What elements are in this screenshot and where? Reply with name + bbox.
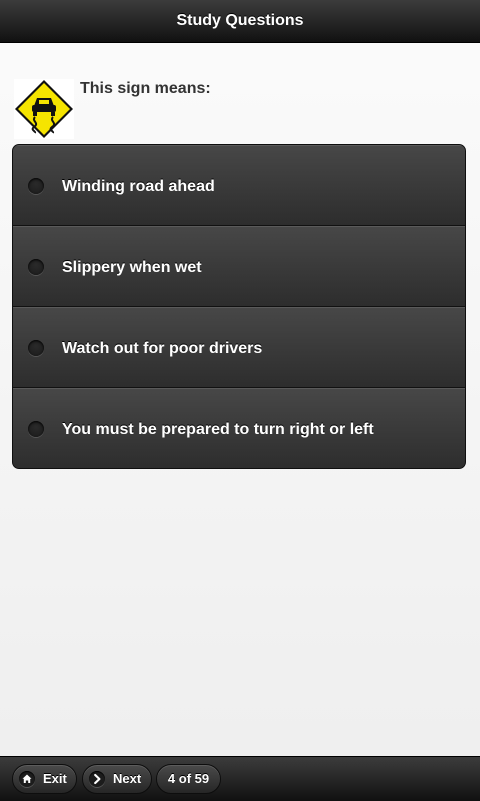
chevron-right-icon bbox=[89, 771, 105, 787]
question-text: This sign means: bbox=[80, 80, 211, 97]
answer-list: Winding road ahead Slippery when wet Wat… bbox=[12, 144, 466, 469]
question-block: This sign means: bbox=[13, 78, 468, 139]
question-counter: 4 of 59 bbox=[156, 764, 221, 794]
slippery-road-sign-icon bbox=[14, 79, 74, 139]
radio-button[interactable] bbox=[28, 259, 44, 275]
exit-button[interactable]: Exit bbox=[12, 764, 77, 794]
progress-label: 4 of 59 bbox=[167, 771, 210, 786]
answer-label: Watch out for poor drivers bbox=[62, 340, 263, 357]
answer-label: Slippery when wet bbox=[62, 259, 202, 276]
radio-button[interactable] bbox=[28, 340, 44, 356]
answer-option[interactable]: Watch out for poor drivers bbox=[13, 307, 465, 388]
answer-label: Winding road ahead bbox=[62, 178, 215, 195]
answer-option[interactable]: Winding road ahead bbox=[13, 145, 465, 226]
next-label: Next bbox=[113, 771, 142, 786]
page-title: Study Questions bbox=[176, 12, 304, 29]
radio-button[interactable] bbox=[28, 178, 44, 194]
home-icon bbox=[19, 771, 35, 787]
radio-button[interactable] bbox=[28, 421, 44, 437]
answer-option[interactable]: Slippery when wet bbox=[13, 226, 465, 307]
answer-option[interactable]: You must be prepared to turn right or le… bbox=[13, 388, 465, 468]
answer-label: You must be prepared to turn right or le… bbox=[62, 421, 374, 438]
exit-label: Exit bbox=[43, 771, 67, 786]
footer-bar: Exit Next 4 of 59 bbox=[0, 756, 480, 801]
header-bar: Study Questions bbox=[0, 0, 480, 43]
next-button[interactable]: Next bbox=[82, 764, 152, 794]
